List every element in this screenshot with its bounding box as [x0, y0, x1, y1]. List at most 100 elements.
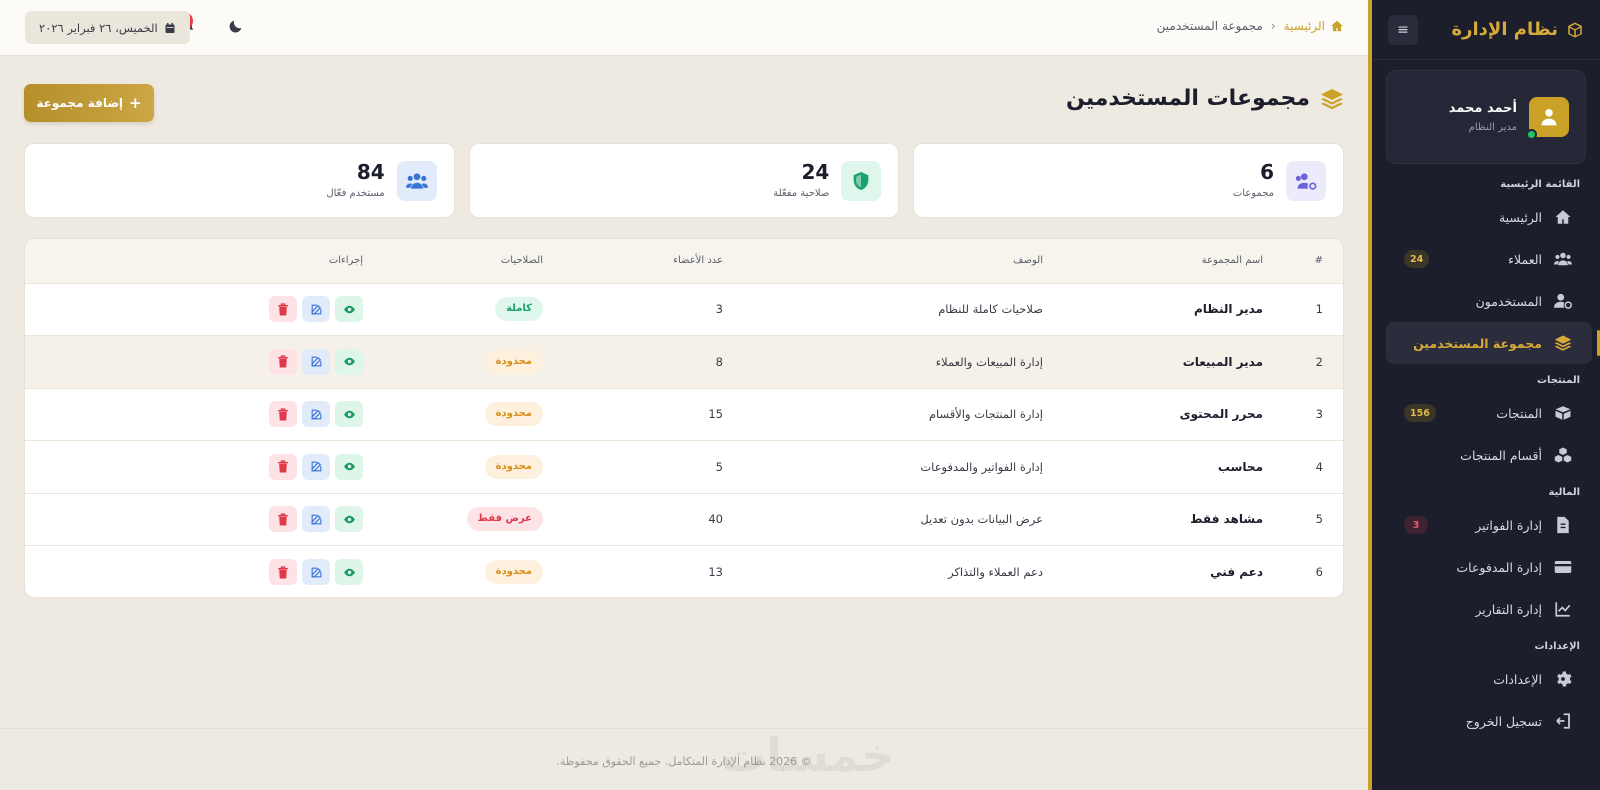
sidebar-item-products[interactable]: المنتجات 156 — [1386, 392, 1592, 434]
sidebar-item-label: المنتجات — [1496, 405, 1542, 421]
permissions-cell: محدودة — [363, 546, 543, 598]
sidebar-item-label: تسجيل الخروج — [1465, 713, 1542, 729]
moon-icon — [229, 20, 242, 33]
sidebar-item-categories[interactable]: أقسام المنتجات — [1386, 434, 1592, 476]
members-count: 3 — [715, 302, 723, 317]
table-header-row: # اسم المجموعة الوصف عدد الأعضاء الصلاحي… — [25, 239, 1343, 283]
topbar: الرئيسية ‹ مجموعة المستخدمين 5 الخميس، ٢… — [0, 0, 1368, 56]
date-display: الخميس، ٢٦ فبراير ٢٠٢٦ — [25, 11, 190, 44]
sidebar-item-settings[interactable]: الإعدادات — [1386, 658, 1592, 700]
permission-badge: كاملة — [495, 297, 543, 322]
view-button[interactable] — [335, 453, 363, 480]
group-description: صلاحيات كاملة للنظام — [938, 302, 1043, 317]
actions-cell — [25, 388, 363, 441]
stat-icon-box — [1286, 160, 1326, 201]
section-title-settings: الإعدادات — [1534, 641, 1580, 652]
breadcrumb-home-link[interactable]: الرئيسية — [1284, 19, 1344, 33]
edit-button[interactable] — [302, 506, 330, 533]
user-tie-icon — [1541, 109, 1557, 126]
permissions-cell: محدودة — [363, 336, 543, 389]
invoices-count-badge: 3 — [1404, 516, 1428, 534]
sidebar-item-payments[interactable]: إدارة المدفوعات — [1386, 546, 1592, 588]
trash-icon — [277, 460, 289, 473]
sidebar-item-label: المستخدمون — [1475, 293, 1542, 309]
groups-table: # اسم المجموعة الوصف عدد الأعضاء الصلاحي… — [25, 239, 1343, 598]
actions-cell — [25, 546, 363, 598]
edit-button[interactable] — [302, 296, 330, 323]
sidebar: نظام الإدارة ≡ أحمد محمد مدير النظام الق… — [1372, 0, 1600, 790]
col-header-index: # — [1314, 255, 1323, 267]
col-header-description: الوصف — [1013, 255, 1043, 267]
brand-title[interactable]: نظام الإدارة — [1452, 19, 1584, 40]
col-header-actions: إجراءات — [328, 255, 363, 267]
home-icon — [1331, 20, 1343, 32]
sidebar-item-home[interactable]: الرئيسية — [1386, 196, 1592, 238]
row-index: 5 — [1315, 512, 1323, 527]
trash-icon — [277, 355, 289, 368]
users-icon — [405, 172, 428, 189]
user-role: مدير النظام — [1468, 122, 1517, 133]
sidebar-item-logout[interactable]: تسجيل الخروج — [1386, 700, 1592, 742]
delete-button[interactable] — [269, 296, 297, 323]
dark-mode-toggle[interactable] — [228, 18, 244, 37]
eye-icon — [343, 566, 356, 579]
stat-label: مستخدم فعّال — [326, 188, 385, 199]
plus-icon: + — [129, 93, 142, 112]
box-open-icon — [1554, 404, 1572, 422]
members-count: 5 — [715, 459, 723, 474]
edit-button[interactable] — [302, 401, 330, 428]
delete-button[interactable] — [269, 453, 297, 480]
view-button[interactable] — [335, 348, 363, 375]
sidebar-accent-border — [1368, 0, 1372, 790]
sidebar-item-invoices[interactable]: إدارة الفواتير 3 — [1386, 504, 1592, 546]
credit-card-icon — [1554, 558, 1572, 576]
edit-button[interactable] — [302, 453, 330, 480]
edit-button[interactable] — [302, 348, 330, 375]
group-description: إدارة المبيعات والعملاء — [935, 354, 1043, 369]
logout-icon — [1554, 712, 1572, 730]
layers-icon — [1321, 88, 1343, 109]
group-name: مشاهد فقط — [1190, 512, 1263, 527]
breadcrumb-current: مجموعة المستخدمين — [1156, 19, 1263, 33]
row-index: 4 — [1315, 459, 1323, 474]
sidebar-item-user-groups[interactable]: مجموعة المستخدمين — [1386, 322, 1600, 364]
row-index: 6 — [1315, 565, 1323, 579]
edit-icon — [310, 566, 323, 579]
delete-button[interactable] — [269, 559, 297, 585]
col-header-members: عدد الأعضاء — [673, 255, 723, 267]
sidebar-item-label: إدارة الفواتير — [1475, 517, 1542, 533]
add-group-button[interactable]: + إضافة مجموعة — [24, 84, 154, 122]
delete-button[interactable] — [269, 348, 297, 375]
stats-row: 6 مجموعات 24 صلاحية مفعّلة 84 مستخدم فعّ… — [23, 143, 1344, 218]
sidebar-item-label: أقسام المنتجات — [1460, 447, 1542, 463]
view-button[interactable] — [335, 296, 363, 323]
sidebar-item-label: إدارة المدفوعات — [1456, 559, 1542, 575]
view-button[interactable] — [335, 559, 363, 585]
row-index: 1 — [1315, 302, 1323, 317]
stat-icon-box — [396, 160, 437, 201]
box-icon — [1566, 21, 1584, 39]
sidebar-item-users[interactable]: المستخدمون — [1386, 280, 1592, 322]
members-count: 8 — [715, 354, 723, 369]
group-name: مدير النظام — [1193, 302, 1263, 317]
delete-button[interactable] — [269, 506, 297, 533]
actions-cell — [25, 441, 363, 494]
trash-icon — [277, 565, 289, 579]
eye-icon — [343, 460, 356, 473]
stat-icon-box — [841, 160, 882, 201]
permissions-cell: عرض فقط — [363, 493, 543, 546]
stat-card-groups: 6 مجموعات — [913, 143, 1344, 218]
view-button[interactable] — [335, 401, 363, 428]
section-title-products: المنتجات — [1536, 375, 1580, 386]
group-description: عرض البيانات بدون تعديل — [920, 512, 1043, 527]
menu-toggle-button[interactable]: ≡ — [1388, 14, 1418, 45]
stat-card-active-users: 84 مستخدم فعّال — [23, 143, 455, 218]
view-button[interactable] — [335, 506, 363, 533]
actions-cell — [25, 336, 363, 389]
sidebar-item-reports[interactable]: إدارة التقارير — [1386, 588, 1592, 630]
members-count: 15 — [708, 407, 723, 422]
edit-button[interactable] — [302, 559, 330, 585]
delete-button[interactable] — [269, 401, 297, 428]
permissions-cell: محدودة — [363, 441, 543, 494]
sidebar-item-clients[interactable]: العملاء 24 — [1386, 238, 1592, 280]
